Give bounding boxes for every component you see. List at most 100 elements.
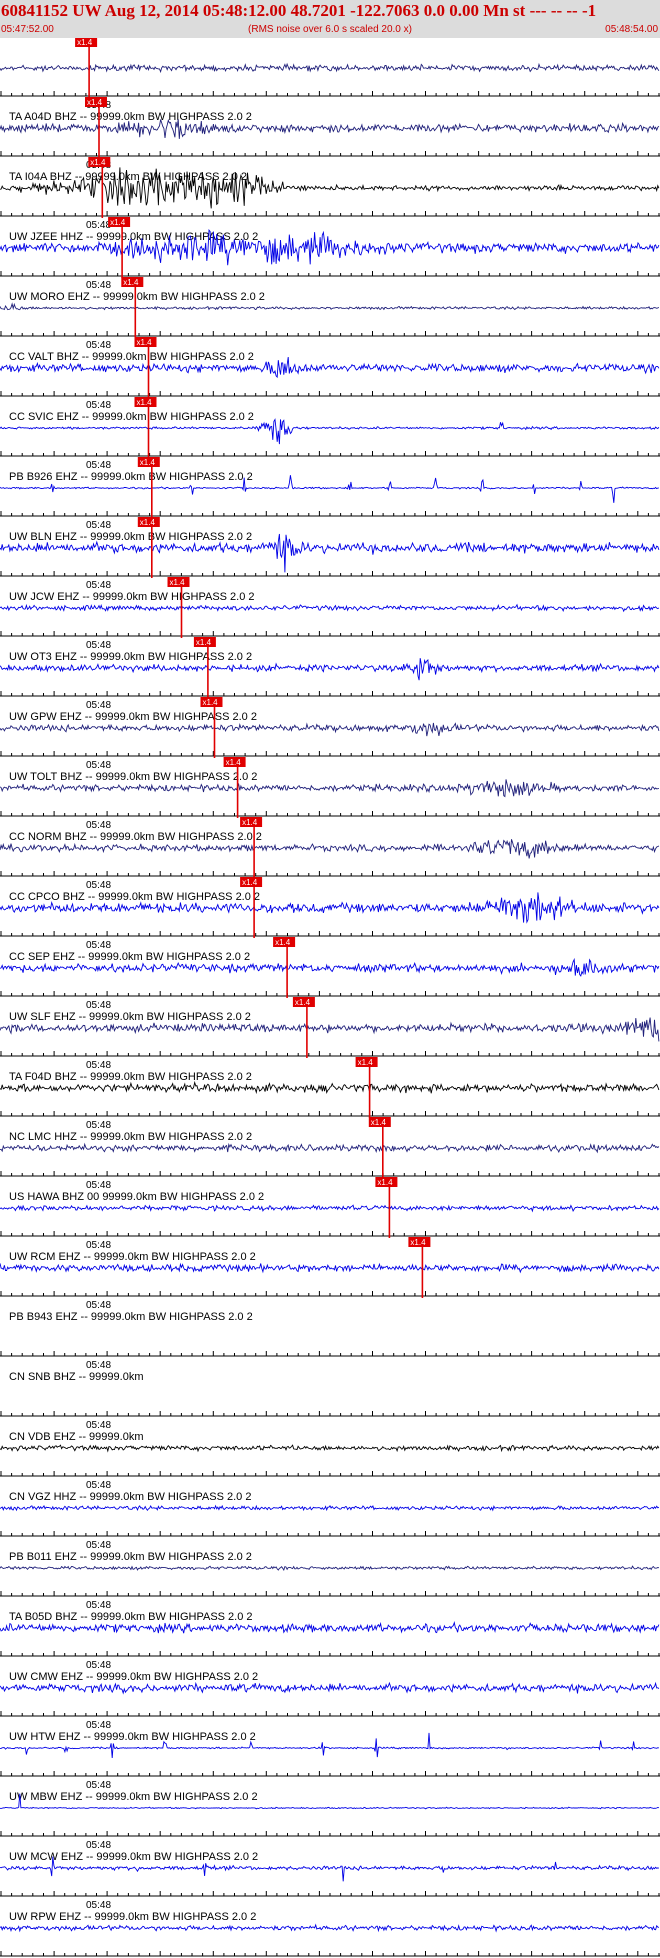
waveform — [0, 1204, 660, 1213]
station-label: CN VDB EHZ -- 99999.0km — [9, 1431, 143, 1443]
station-label: UW OT3 EHZ -- 99999.0km BW HIGHPASS 2.0 … — [9, 651, 252, 663]
tick-label: 05:48 — [86, 1840, 111, 1851]
trace-row: 05:48UW UWFH EHZ -- 99999.0km BW HIGHPAS… — [0, 1923, 660, 1957]
tick-label: 05:48 — [86, 280, 111, 291]
tick-label: 05:48 — [86, 1420, 111, 1431]
waveform — [0, 1262, 660, 1274]
pick-label: x1.4 — [275, 938, 291, 947]
tick-label: 05:48 — [86, 1540, 111, 1551]
pick-label: x1.4 — [410, 1238, 426, 1247]
trace-row: 05:48UW CMW EHZ -- 99999.0km BW HIGHPASS… — [0, 1621, 660, 1683]
pick-label: x1.4 — [170, 578, 186, 587]
station-label: CC CPCO BHZ -- 99999.0km BW HIGHPASS 2.0… — [9, 891, 260, 903]
tick-label: 05:48 — [86, 1900, 111, 1911]
waveform — [0, 1142, 660, 1154]
trace-row: 05:48UW RPW EHZ -- 99999.0km BW HIGHPASS… — [0, 1856, 660, 1923]
station-label: UW GPW EHZ -- 99999.0km BW HIGHPASS 2.0 … — [9, 711, 257, 723]
waveform — [0, 1565, 659, 1572]
waveform — [0, 1504, 660, 1512]
station-label: NC LMC HHZ -- 99999.0km BW HIGHPASS 2.0 … — [9, 1131, 252, 1143]
phase-pick: x1.4 — [121, 277, 144, 338]
tick-label: 05:48 — [86, 1060, 111, 1071]
pick-label: x1.4 — [137, 398, 153, 407]
trace-row: 05:48TA I04A BHZ -- 99999.0km BW HIGHPAS… — [0, 97, 660, 183]
tick-label: 05:48 — [86, 340, 111, 351]
station-label: UW HTW EHZ -- 99999.0km BW HIGHPASS 2.0 … — [9, 1731, 256, 1743]
trace-row: 05:48UW HTW EHZ -- 99999.0km BW HIGHPASS… — [0, 1681, 660, 1743]
station-label: CN SNB BHZ -- 99999.0km — [9, 1371, 143, 1383]
station-label: UW MBW EHZ -- 99999.0km BW HIGHPASS 2.0 … — [9, 1791, 258, 1803]
pick-label: x1.4 — [295, 998, 311, 1007]
station-label: CC SVIC EHZ -- 99999.0km BW HIGHPASS 2.0… — [9, 411, 254, 423]
pick-label: x1.4 — [123, 278, 139, 287]
station-label: UW CMW EHZ -- 99999.0km BW HIGHPASS 2.0 … — [9, 1671, 258, 1683]
phase-pick: x1.4 — [368, 1117, 391, 1178]
station-label: CC NORM BHZ -- 99999.0km BW HIGHPASS 2.0… — [9, 831, 262, 843]
tick-label: 05:48 — [86, 820, 111, 831]
tick-label: 05:48 — [86, 1360, 111, 1371]
waveform — [0, 1681, 660, 1695]
trace-row: 05:48CN VGZ HHZ -- 99999.0km BW HIGHPASS… — [0, 1444, 660, 1503]
station-label: UW BLN EHZ -- 99999.0km BW HIGHPASS 2.0 … — [9, 531, 252, 543]
tick-label: 05:48 — [86, 1720, 111, 1731]
tick-label: 05:48 — [86, 220, 111, 231]
tick-label: 05:48 — [86, 1780, 111, 1791]
station-label: TA F04D BHZ -- 99999.0km BW HIGHPASS 2.0… — [9, 1071, 252, 1083]
tick-label: 05:48 — [86, 580, 111, 591]
phase-pick: x1.4 — [240, 877, 263, 938]
phase-pick: x1.4 — [223, 757, 246, 818]
tick-label: 05:48 — [86, 1000, 111, 1011]
tick-label: 05:48 — [86, 640, 111, 651]
station-label: UW JCW EHZ -- 99999.0km BW HIGHPASS 2.0 … — [9, 591, 255, 603]
pick-label: x1.4 — [377, 1178, 393, 1187]
pick-label: x1.4 — [196, 638, 212, 647]
pick-label: x1.4 — [371, 1118, 387, 1127]
window-end-time: 05:48:54.00 — [605, 24, 658, 35]
station-label: UW MORO EHZ -- 99999.0km BW HIGHPASS 2.0… — [9, 291, 265, 303]
pick-label: x1.4 — [87, 98, 103, 107]
tick-label: 05:48 — [86, 400, 111, 411]
tick-label: 05:48 — [86, 520, 111, 531]
pick-label: x1.4 — [140, 458, 156, 467]
waveform — [0, 1621, 660, 1634]
pick-label: x1.4 — [242, 878, 258, 887]
scaling-note: (RMS noise over 6.0 s scaled 20.0 x) — [248, 24, 412, 35]
station-label: UW SLF EHZ -- 99999.0km BW HIGHPASS 2.0 … — [9, 1011, 251, 1023]
record-header: 60841152 UW Aug 12, 2014 05:48:12.00 48.… — [0, 0, 660, 38]
waveform — [0, 1080, 660, 1095]
pick-label: x1.4 — [77, 38, 93, 47]
waveform — [0, 1444, 660, 1453]
station-label: PB B943 EHZ -- 99999.0km BW HIGHPASS 2.0… — [9, 1311, 253, 1323]
waveform — [0, 302, 660, 311]
trace-row: 05:48TA B05D BHZ -- 99999.0km BW HIGHPAS… — [0, 1565, 660, 1623]
station-label: CC VALT BHZ -- 99999.0km BW HIGHPASS 2.0… — [9, 351, 254, 363]
event-title: 60841152 UW Aug 12, 2014 05:48:12.00 48.… — [1, 1, 597, 20]
waveform — [0, 418, 660, 445]
seismogram-panel: 05:48 TA A04D BHZ -- 99999.0km BW HIGHPAS… — [0, 38, 660, 1958]
tick-label: 05:48 — [86, 460, 111, 471]
pick-label: x1.4 — [90, 158, 106, 167]
waveform — [0, 722, 660, 737]
tick-label: 05:48 — [86, 1660, 111, 1671]
tick-label: 05:48 — [86, 700, 111, 711]
pick-label: x1.4 — [242, 818, 258, 827]
waveform — [0, 1923, 660, 1933]
station-label: PB B011 EHZ -- 99999.0km BW HIGHPASS 2.0… — [9, 1551, 252, 1563]
tick-label: 05:48 — [86, 1180, 111, 1191]
station-label: UW MCW EHZ -- 99999.0km BW HIGHPASS 2.0 … — [9, 1851, 258, 1863]
station-label: CC SEP EHZ -- 99999.0km BW HIGHPASS 2.0 … — [9, 951, 250, 963]
station-label: UW RCM EHZ -- 99999.0km BW HIGHPASS 2.0 … — [9, 1251, 256, 1263]
trace-row: 05:48PB B011 EHZ -- 99999.0km BW HIGHPAS… — [0, 1504, 660, 1563]
station-label: UW RPW EHZ -- 99999.0km BW HIGHPASS 2.0 … — [9, 1911, 256, 1923]
tick-label: 05:48 — [86, 760, 111, 771]
trace-row: 05:48CN VDB EHZ -- 99999.0km — [0, 1411, 660, 1443]
tick-label: 05:48 — [86, 940, 111, 951]
station-label: TA A04D BHZ -- 99999.0km BW HIGHPASS 2.0… — [9, 111, 252, 123]
tick-label: 05:48 — [86, 1240, 111, 1251]
tick-label: 05:48 — [86, 1600, 111, 1611]
station-label: PB B926 EHZ -- 99999.0km BW HIGHPASS 2.0… — [9, 471, 253, 483]
tick-label: 05:48 — [86, 1300, 111, 1311]
pick-label: x1.4 — [226, 758, 242, 767]
seismogram-canvas: 05:48 TA A04D BHZ -- 99999.0km BW HIGHPAS… — [0, 38, 660, 1957]
station-label: US HAWA BHZ 00 99999.0km BW HIGHPASS 2.0… — [9, 1191, 264, 1203]
